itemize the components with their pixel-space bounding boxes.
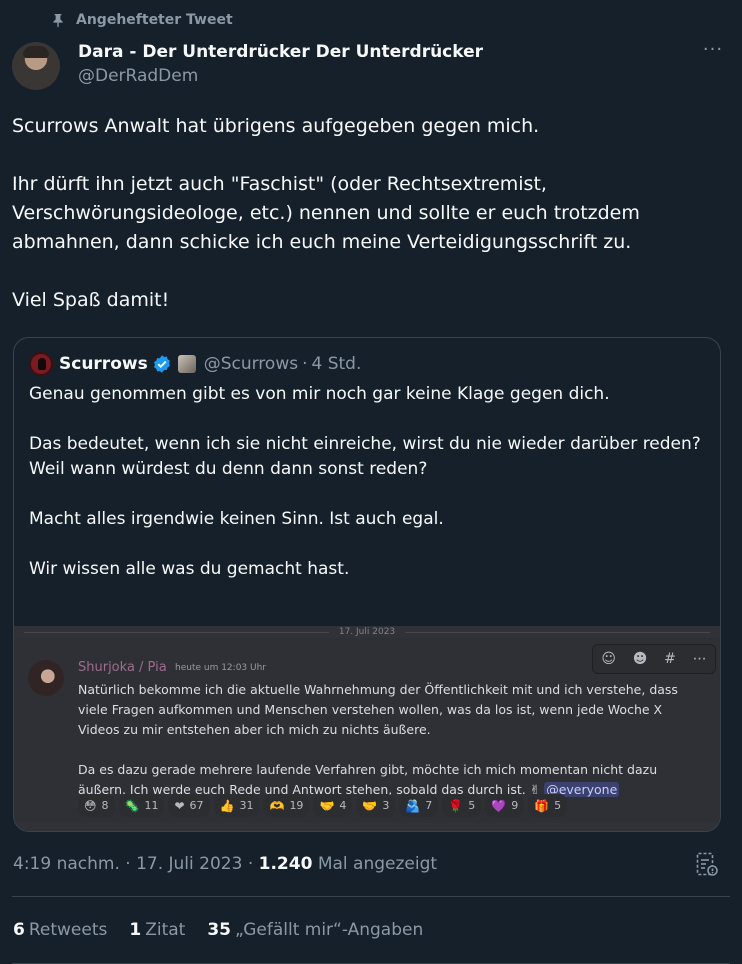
tweet-meta: 4:19 nachm. · 17. Juli 2023 · 1.240 Mal …: [13, 854, 437, 878]
retweets-stat[interactable]: 6 Retweets: [13, 920, 107, 940]
quoted-tweet-header: Scurrows @Scurrows · 4 Std.: [29, 352, 361, 376]
discord-avatar: [28, 660, 64, 696]
pin-icon-wrap: [44, 12, 66, 28]
likes-stat[interactable]: 35 „Gefällt mir“-Angaben: [207, 920, 423, 940]
views-count: 1.240: [258, 854, 313, 874]
separator: ·: [302, 354, 308, 374]
avatar[interactable]: [12, 42, 60, 90]
affiliation-badge: [177, 355, 196, 373]
reaction-bar: 😳 8 🦠 11 ❤ 67 👍 31 🫶 19 🤝 4 🤝 3 🫂 7 🌹 5 💜 9 🎁 5: [78, 794, 568, 817]
quoted-text: Genau genommen gibt es von mir noch gar …: [29, 382, 709, 582]
tweet-paragraph: Viel Spaß damit!: [12, 289, 170, 311]
reaction: 🫶 19: [263, 794, 310, 817]
add-reaction-icon: ☺: [601, 651, 616, 667]
quotes-stat[interactable]: 1 Zitat: [129, 920, 185, 940]
reaction: 🤝 4: [313, 794, 353, 817]
quoted-paragraph: Macht alles irgendwie keinen Sinn. Ist a…: [29, 509, 444, 529]
quoted-paragraph: Das bedeutet, wenn ich sie nicht einreic…: [29, 434, 701, 479]
discord-paragraph: Natürlich bekomme ich die aktuelle Wahrn…: [78, 682, 678, 737]
tweet-header: Dara - Der Unterdrücker Der Unterdrücker…: [12, 40, 730, 90]
discord-text: Natürlich bekomme ich die aktuelle Wahrn…: [78, 680, 678, 800]
quoted-avatar: [29, 352, 53, 376]
reaction: 😳 8: [78, 794, 115, 817]
author-name[interactable]: Dara - Der Unterdrücker Der Unterdrücker: [78, 42, 483, 62]
reaction: 🎁 5: [528, 794, 568, 817]
pinned-label: Angehefteter Tweet: [44, 12, 233, 28]
quoted-image[interactable]: 17. Juli 2023 ☺ ☻ # ⋯ Shurjoka / Pia heu…: [14, 626, 720, 831]
discord-timestamp: heute um 12:03 Uhr: [175, 663, 266, 673]
tweet-time[interactable]: 4:19 nachm.: [13, 854, 120, 874]
quoted-author-handle: @Scurrows: [203, 354, 299, 374]
divider: [12, 896, 730, 897]
quoted-paragraph: Wir wissen alle was du gemacht hast.: [29, 559, 350, 579]
reaction: 🦠 11: [118, 794, 165, 817]
discord-toolbar: ☺ ☻ # ⋯: [592, 644, 716, 674]
tweet-text: Scurrows Anwalt hat übrigens aufgegeben …: [12, 112, 712, 315]
tweet-paragraph: Ihr dürft ihn jetzt auch "Faschist" (ode…: [12, 173, 640, 253]
tweet-paragraph: Scurrows Anwalt hat übrigens aufgegeben …: [12, 115, 540, 137]
pinned-text: Angehefteter Tweet: [76, 12, 233, 28]
tweet-stats: 6 Retweets 1 Zitat 35 „Gefällt mir“-Angaben: [13, 920, 423, 940]
pin-icon: [53, 14, 63, 28]
reaction: 🤝 3: [356, 794, 396, 817]
verified-icon: [153, 355, 170, 373]
discord-date: 17. Juli 2023: [14, 626, 720, 638]
quoted-paragraph: Genau genommen gibt es von mir noch gar …: [29, 384, 610, 404]
quoted-time: 4 Std.: [311, 354, 362, 374]
more-options-icon: ⋯: [692, 651, 707, 667]
analytics-icon[interactable]: [696, 852, 718, 878]
reaction: 🫂 7: [399, 794, 439, 817]
tweet-date[interactable]: 17. Juli 2023: [136, 854, 242, 874]
discord-author: Shurjoka / Pia: [78, 660, 167, 675]
super-reaction-icon: ☻: [632, 651, 648, 667]
discord-message: ☺ ☻ # ⋯ Shurjoka / Pia heute um 12:03 Uh…: [14, 638, 720, 823]
thread-icon: #: [664, 651, 676, 667]
reaction: 🌹 5: [442, 794, 482, 817]
quoted-author-name: Scurrows: [59, 354, 148, 374]
reaction: ❤ 67: [168, 794, 210, 817]
quoted-tweet[interactable]: Scurrows @Scurrows · 4 Std. Genau genomm…: [13, 337, 721, 832]
author-handle[interactable]: @DerRadDem: [78, 66, 198, 86]
reaction: 💜 9: [485, 794, 525, 817]
meta-dot: ·: [247, 854, 254, 874]
views-label: Mal angezeigt: [317, 854, 438, 874]
reaction: 👍 31: [213, 794, 260, 817]
more-icon[interactable]: ···: [696, 41, 730, 64]
meta-dot: ·: [125, 854, 131, 874]
